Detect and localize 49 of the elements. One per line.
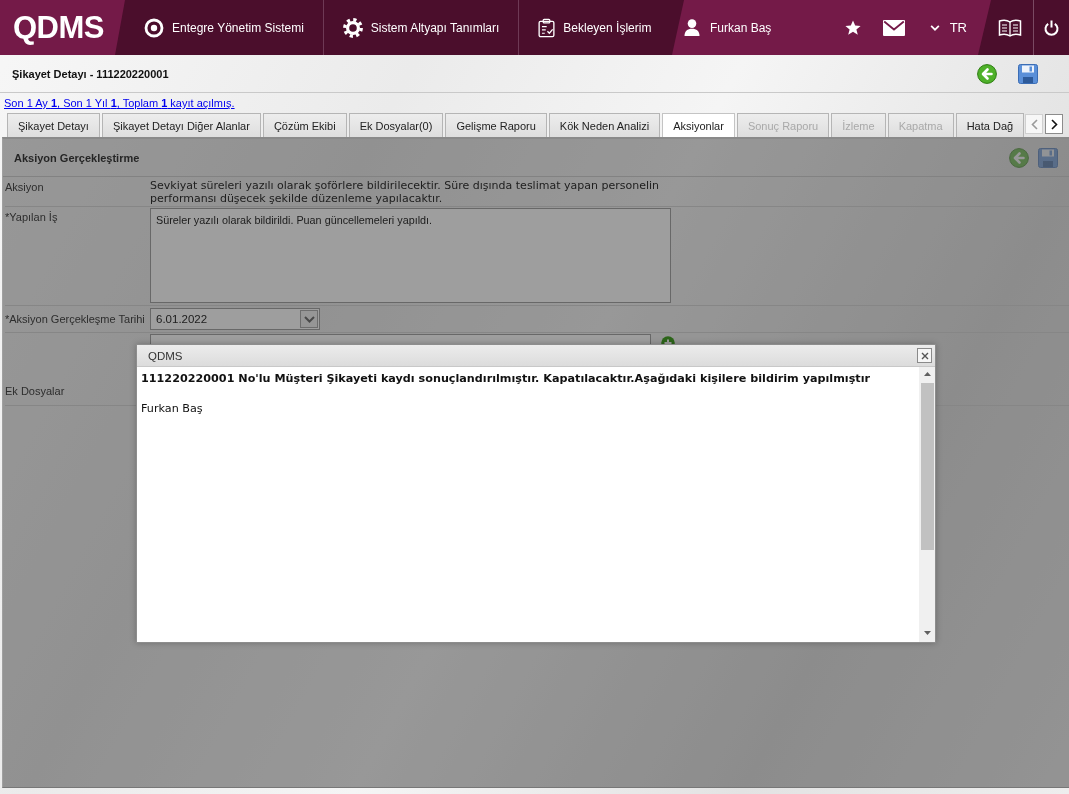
- field-label: *Yapılan İş: [5, 210, 59, 225]
- tab[interactable]: Kök Neden Analizi: [548, 113, 661, 137]
- language-selector[interactable]: TR: [929, 20, 967, 35]
- book-icon[interactable]: [998, 17, 1022, 38]
- tab[interactable]: Ek Dosyalar(0): [348, 113, 444, 137]
- chevron-down-icon: [929, 24, 940, 31]
- section-title: Aksiyon Gerçekleştirme: [14, 151, 140, 164]
- gear-icon: [342, 17, 363, 38]
- save-icon[interactable]: [1018, 63, 1038, 84]
- tab[interactable]: Şikayet Detayı: [7, 113, 100, 137]
- app-logo[interactable]: QDMS: [0, 0, 125, 55]
- date-field[interactable]: 6.01.2022: [150, 308, 320, 330]
- tab[interactable]: Şikayet Detayı Diğer Alanlar: [101, 113, 261, 137]
- nav-item[interactable]: Bekleyen İşlerim: [519, 0, 671, 55]
- recipient-name: Furkan Baş: [141, 401, 204, 416]
- mail-icon[interactable]: [882, 19, 905, 36]
- scroll-right-button[interactable]: [1045, 114, 1063, 134]
- close-icon: [920, 351, 929, 360]
- chevron-left-icon: [1030, 118, 1038, 130]
- field-label: *Aksiyon Gerçekleşme Tarihi: [5, 312, 146, 327]
- arrow-up-icon: [923, 372, 931, 376]
- action-text: Sevkiyat süreleri yazılı olarak şoförlere bildirilecektir. Süre dışında teslimat yapan personelin performansı düşecek şekilde düzenleme yapılacaktır.: [150, 178, 660, 206]
- dialog-message: 111220220001 No'lu Müşteri Şikayeti kaydı sonuçlandırılmıştır. Kapatılacaktır.Aşağıdaki kişilere bildirim yapılmıştır: [141, 371, 871, 386]
- tab[interactable]: Çözüm Ekibi: [262, 113, 347, 137]
- record-count-link[interactable]: Son 1 Ay 1, Son 1 Yıl 1, Toplam 1 kayıt açılmış.: [4, 97, 235, 109]
- nav-item[interactable]: Entegre Yönetim Sistemi: [125, 0, 324, 55]
- scrollbar-thumb[interactable]: [920, 383, 934, 550]
- dialog-title: QDMS: [148, 349, 183, 362]
- field-label: Ek Dosyalar: [5, 384, 66, 399]
- close-button[interactable]: [917, 348, 932, 363]
- nav-item[interactable]: Sistem Altyapı Tanımları: [323, 0, 520, 55]
- chevron-right-icon: [1050, 118, 1058, 130]
- back-icon[interactable]: [977, 63, 997, 84]
- arrow-down-icon: [923, 631, 931, 635]
- chevron-down-icon: [303, 315, 315, 323]
- star-icon[interactable]: [844, 19, 861, 36]
- dropdown-button[interactable]: [300, 310, 318, 328]
- page-title: Şikayet Detayı - 111220220001: [12, 67, 169, 80]
- tab[interactable]: Gelişme Raporu: [445, 113, 547, 137]
- power-icon[interactable]: [1044, 19, 1059, 36]
- text-area[interactable]: Süreler yazılı olarak bildirildi. Puan güncellemeleri yapıldı.: [150, 208, 671, 303]
- user-icon: [684, 19, 700, 36]
- tab[interactable]: Aksiyonlar: [662, 113, 735, 137]
- clipboard-icon: [538, 17, 556, 38]
- user-menu[interactable]: Furkan Baş: [684, 19, 772, 36]
- field-label: Aksiyon: [5, 180, 45, 195]
- ring-icon: [144, 17, 164, 38]
- scrollbar[interactable]: [919, 367, 935, 642]
- tab[interactable]: Hata Dağ: [955, 113, 1025, 137]
